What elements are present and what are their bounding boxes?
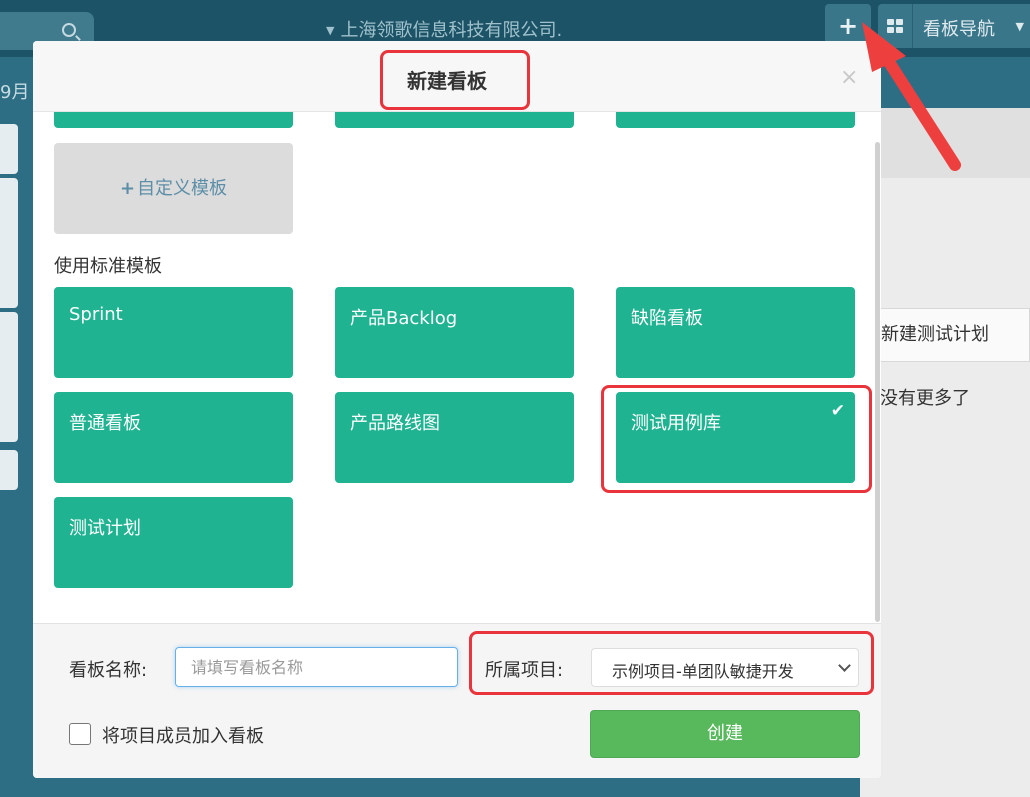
template-label: 产品路线图: [350, 413, 440, 434]
template-label: Sprint: [69, 304, 123, 325]
dialog-footer: 看板名称: 所属项目: 示例项目-单团队敏捷开发 将项目成员加入看板 创建: [33, 623, 881, 778]
template-label: 测试用例库: [631, 413, 721, 434]
background-card: [0, 312, 18, 442]
chevron-down-icon: [838, 659, 851, 672]
template-label: 测试计划: [69, 518, 141, 539]
background-card: [0, 450, 18, 490]
template-tile-defect-board[interactable]: 缺陷看板: [616, 287, 855, 378]
board-name-label: 看板名称:: [69, 660, 148, 681]
template-tile-test-plan[interactable]: 测试计划: [54, 497, 293, 588]
add-members-checkbox[interactable]: [69, 723, 91, 745]
no-more-text: 没有更多了: [880, 388, 970, 409]
template-tile-basic-board[interactable]: 普通看板: [54, 392, 293, 483]
grid-icon: [887, 19, 903, 33]
custom-template-tile[interactable]: + 自定义模板: [54, 143, 293, 234]
template-label: 普通看板: [69, 413, 141, 434]
scrollbar[interactable]: [875, 142, 880, 622]
board-name-input[interactable]: [175, 647, 458, 687]
right-panel: 新建测试计划 没有更多了: [860, 108, 1030, 797]
template-tile[interactable]: [616, 112, 855, 128]
company-name: 上海领歌信息科技有限公司.: [340, 20, 563, 41]
background-card: [0, 178, 18, 308]
caret-down-icon: ▼: [1015, 20, 1024, 33]
template-label: 缺陷看板: [631, 308, 703, 329]
create-button[interactable]: 创建: [590, 710, 860, 758]
add-members-label[interactable]: 将项目成员加入看板: [102, 722, 264, 748]
search-icon[interactable]: [62, 23, 76, 37]
template-tile[interactable]: [335, 112, 574, 128]
dialog-body: + 自定义模板 使用标准模板 Sprint 产品Backlog 缺陷看板 普通看板…: [33, 112, 881, 623]
background-card: [0, 124, 18, 174]
new-board-dialog: 新建看板 × + 自定义模板 使用标准模板 Sprint 产品Backlog 缺陷…: [33, 41, 881, 778]
date-fragment: 9月: [0, 82, 30, 103]
new-test-plan-button[interactable]: 新建测试计划: [880, 308, 1030, 362]
template-tile-product-roadmap[interactable]: 产品路线图: [335, 392, 574, 483]
template-label: 产品Backlog: [350, 308, 458, 329]
company-switcher[interactable]: ▼ 上海领歌信息科技有限公司.: [326, 16, 562, 42]
checkmark-icon: ✔: [830, 401, 845, 421]
standard-templates-heading: 使用标准模板: [54, 256, 162, 277]
project-label: 所属项目:: [485, 660, 564, 681]
template-tile-test-case-library[interactable]: 测试用例库 ✔: [616, 392, 855, 483]
board-navigation-label: 看板导航: [923, 19, 995, 40]
board-navigation-button[interactable]: 看板导航 ▼: [878, 4, 1030, 48]
caret-down-icon: ▼: [326, 24, 335, 37]
project-select-value: 示例项目-单团队敏捷开发: [612, 662, 794, 681]
template-tile[interactable]: [54, 112, 293, 128]
plus-icon: +: [119, 178, 136, 199]
dialog-header: 新建看板 ×: [33, 41, 881, 112]
close-icon[interactable]: ×: [840, 65, 858, 90]
dialog-title: 新建看板: [407, 69, 487, 93]
project-select[interactable]: 示例项目-单团队敏捷开发: [591, 648, 859, 687]
template-tile-product-backlog[interactable]: 产品Backlog: [335, 287, 574, 378]
template-tile-sprint[interactable]: Sprint: [54, 287, 293, 378]
plus-icon: +: [837, 12, 859, 40]
custom-template-label: 自定义模板: [137, 178, 228, 199]
